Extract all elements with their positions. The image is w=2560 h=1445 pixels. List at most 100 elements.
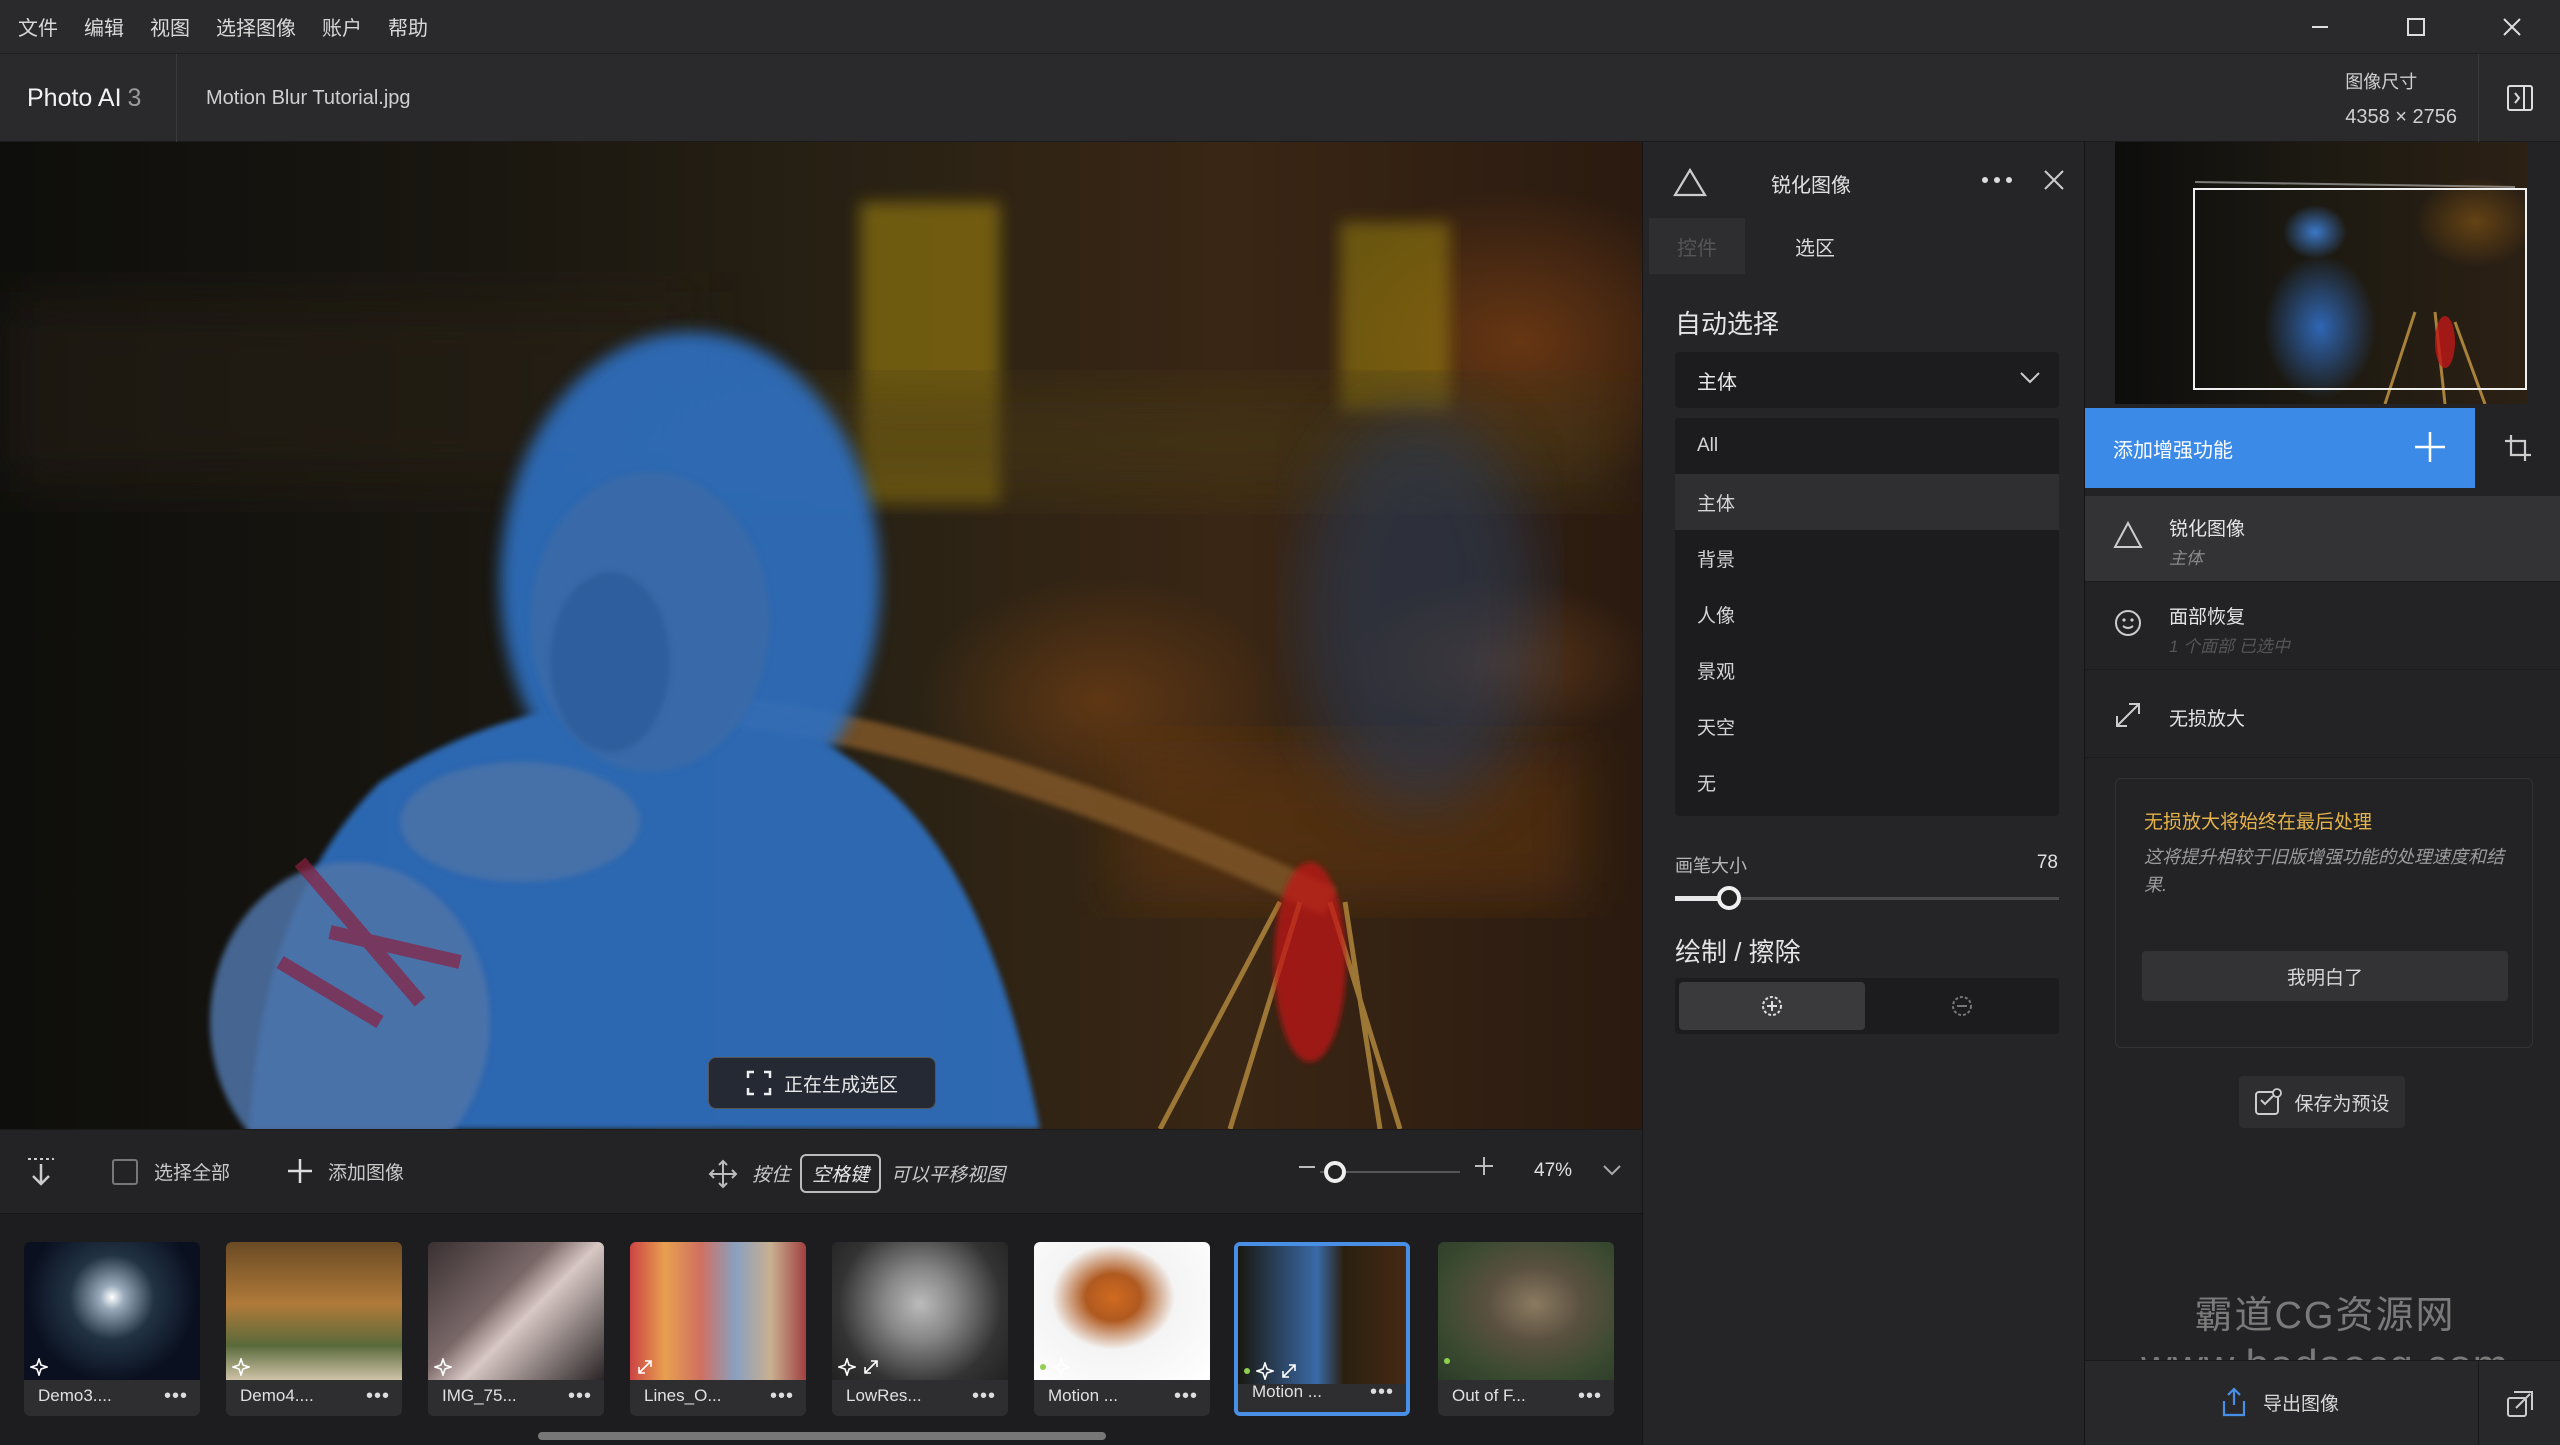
thumbnail-menu-icon[interactable]: ••• [770, 1385, 794, 1408]
zoom-slider-handle[interactable] [1324, 1161, 1346, 1183]
brush-size-value: 78 [2036, 852, 2058, 873]
thumbnail-label: Demo3.... [38, 1386, 112, 1405]
zoom-out-button[interactable] [1298, 1158, 1316, 1176]
dropdown-option[interactable]: 背景 [1675, 530, 2059, 586]
close-panel-icon[interactable] [2043, 169, 2065, 191]
image-canvas[interactable]: 正在生成选区 [0, 142, 1642, 1129]
maximize-button[interactable] [2368, 0, 2464, 54]
tab-controls[interactable]: 控件 [1649, 218, 1745, 274]
bottom-toolbar: 选择全部 添加图像 按住 空格键 可以平移视图 47% [0, 1129, 1642, 1213]
zoom-level: 47% [1534, 1160, 1573, 1181]
dropdown-option[interactable]: All [1675, 418, 2059, 474]
title-divider [176, 54, 177, 142]
minimize-button[interactable] [2272, 0, 2368, 54]
space-key-badge: 空格键 [800, 1154, 882, 1193]
menu-help[interactable]: 帮助 [388, 12, 428, 41]
tab-selection[interactable]: 选区 [1745, 218, 1885, 274]
thumbnail-item[interactable]: Demo4.... ••• [226, 1242, 402, 1416]
enhancement-title: 无损放大 [2169, 709, 2246, 730]
add-image-button[interactable]: 添加图像 [286, 1157, 404, 1185]
notice-body: 这将提升相较于旧版增强功能的处理速度和结果. [2144, 847, 2504, 895]
thumbnail-item[interactable]: Lines_O... ••• [630, 1242, 806, 1416]
file-name: Motion Blur Tutorial.jpg [206, 87, 411, 109]
more-options-icon[interactable] [1981, 175, 2013, 185]
thumbnail-menu-icon[interactable]: ••• [972, 1385, 996, 1408]
menu-file[interactable]: 文件 [18, 12, 58, 41]
thumbnail-menu-icon[interactable]: ••• [568, 1385, 592, 1408]
zoom-dropdown-button[interactable] [1602, 1164, 1622, 1178]
menu-account[interactable]: 账户 [322, 12, 362, 41]
erase-mode-button[interactable] [1869, 982, 2055, 1030]
dropdown-option[interactable]: 天空 [1675, 698, 2059, 754]
menu-view[interactable]: 视图 [150, 12, 190, 41]
paint-erase-title: 绘制 / 擦除 [1675, 937, 1801, 967]
thumbnail-item[interactable]: Out of F... ••• [1438, 1242, 1614, 1416]
dropdown-option[interactable]: 主体 [1675, 474, 2059, 530]
menu-edit[interactable]: 编辑 [84, 12, 124, 41]
expand-icon [2116, 703, 2140, 727]
paint-erase-toggle [1675, 978, 2059, 1034]
minus-icon [1299, 1166, 1315, 1168]
thumbnail-item[interactable]: LowRes... ••• [832, 1242, 1008, 1416]
enhancement-title: 锐化图像 [2169, 519, 2246, 540]
menu-select-image[interactable]: 选择图像 [216, 12, 296, 41]
got-it-button[interactable]: 我明白了 [2142, 951, 2508, 1001]
select-all-checkbox[interactable]: 选择全部 [112, 1158, 230, 1185]
enhancement-title: 面部恢复 [2169, 607, 2246, 628]
auto-select-dropdown[interactable]: 主体 [1675, 352, 2059, 408]
batch-export-button[interactable] [2479, 1361, 2560, 1445]
import-button[interactable] [26, 1156, 56, 1188]
add-enhancement-button[interactable]: 添加增强功能 [2085, 408, 2475, 488]
dropdown-option[interactable]: 人像 [1675, 586, 2059, 642]
sparkle-icon [838, 1358, 856, 1376]
thumbnail-item[interactable]: Motion ... ••• [1234, 1242, 1410, 1416]
sidebar-toggle-icon [2506, 85, 2533, 111]
plus-icon [2415, 432, 2445, 462]
resize-icon [638, 1360, 652, 1374]
minimize-icon [2312, 26, 2328, 28]
thumbnail-menu-icon[interactable]: ••• [1174, 1385, 1198, 1408]
dropdown-option[interactable]: 景观 [1675, 642, 2059, 698]
paint-mode-button[interactable] [1679, 982, 1865, 1030]
plus-icon [288, 1159, 312, 1183]
checkbox-box[interactable] [112, 1158, 138, 1185]
pan-hint: 按住 空格键 可以平移视图 [708, 1154, 1005, 1193]
thumbnail-badges [1244, 1362, 1298, 1380]
thumbnail-item[interactable]: Demo3.... ••• [24, 1242, 200, 1416]
toggle-panel-button[interactable] [2478, 54, 2560, 142]
brush-size-handle[interactable] [1717, 886, 1741, 910]
enhancement-item[interactable]: 面部恢复 1 个面部 已选中 [2085, 584, 2560, 670]
export-image-button[interactable]: 导出图像 [2221, 1387, 2339, 1417]
thumbnail-badges [1040, 1358, 1070, 1376]
dropdown-option[interactable]: 无 [1675, 754, 2059, 810]
export-bar: 导出图像 [2085, 1360, 2560, 1445]
viewport-rectangle[interactable] [2193, 188, 2527, 390]
thumbnail-menu-icon[interactable]: ••• [1370, 1381, 1394, 1404]
enhancement-subtitle: 1 个面部 已选中 [2169, 637, 2290, 656]
zoom-in-button[interactable] [1474, 1156, 1494, 1176]
download-arrow-icon [28, 1158, 54, 1186]
thumbnail-menu-icon[interactable]: ••• [164, 1385, 188, 1408]
status-dot-icon [1444, 1358, 1450, 1364]
sharpen-tabs: 控件 选区 [1649, 218, 2079, 274]
add-image-label: 添加图像 [328, 1162, 405, 1184]
move-icon [708, 1159, 738, 1188]
crop-button[interactable] [2475, 408, 2560, 488]
thumbnail-badges [434, 1358, 452, 1376]
save-preset-button[interactable]: 保存为预设 [2239, 1076, 2405, 1128]
triangle-icon [2113, 520, 2143, 548]
thumbnail-image [630, 1242, 806, 1380]
thumbnail-label: Motion ... [1252, 1382, 1322, 1401]
thumbnail-menu-icon[interactable]: ••• [1578, 1385, 1602, 1408]
chevron-down-icon [1603, 1165, 1621, 1176]
close-window-button[interactable] [2464, 0, 2560, 54]
enhancement-item[interactable]: 锐化图像 主体 [2085, 496, 2560, 582]
navigator-preview[interactable] [2115, 142, 2527, 404]
app-brand: Photo AI 3 [27, 84, 141, 113]
thumbnail-item[interactable]: Motion ... ••• [1034, 1242, 1210, 1416]
enhancement-item[interactable]: 无损放大 [2085, 672, 2560, 758]
filmstrip-scrollbar[interactable] [538, 1432, 1106, 1440]
close-icon [2503, 18, 2521, 36]
thumbnail-item[interactable]: IMG_75... ••• [428, 1242, 604, 1416]
thumbnail-menu-icon[interactable]: ••• [366, 1385, 390, 1408]
